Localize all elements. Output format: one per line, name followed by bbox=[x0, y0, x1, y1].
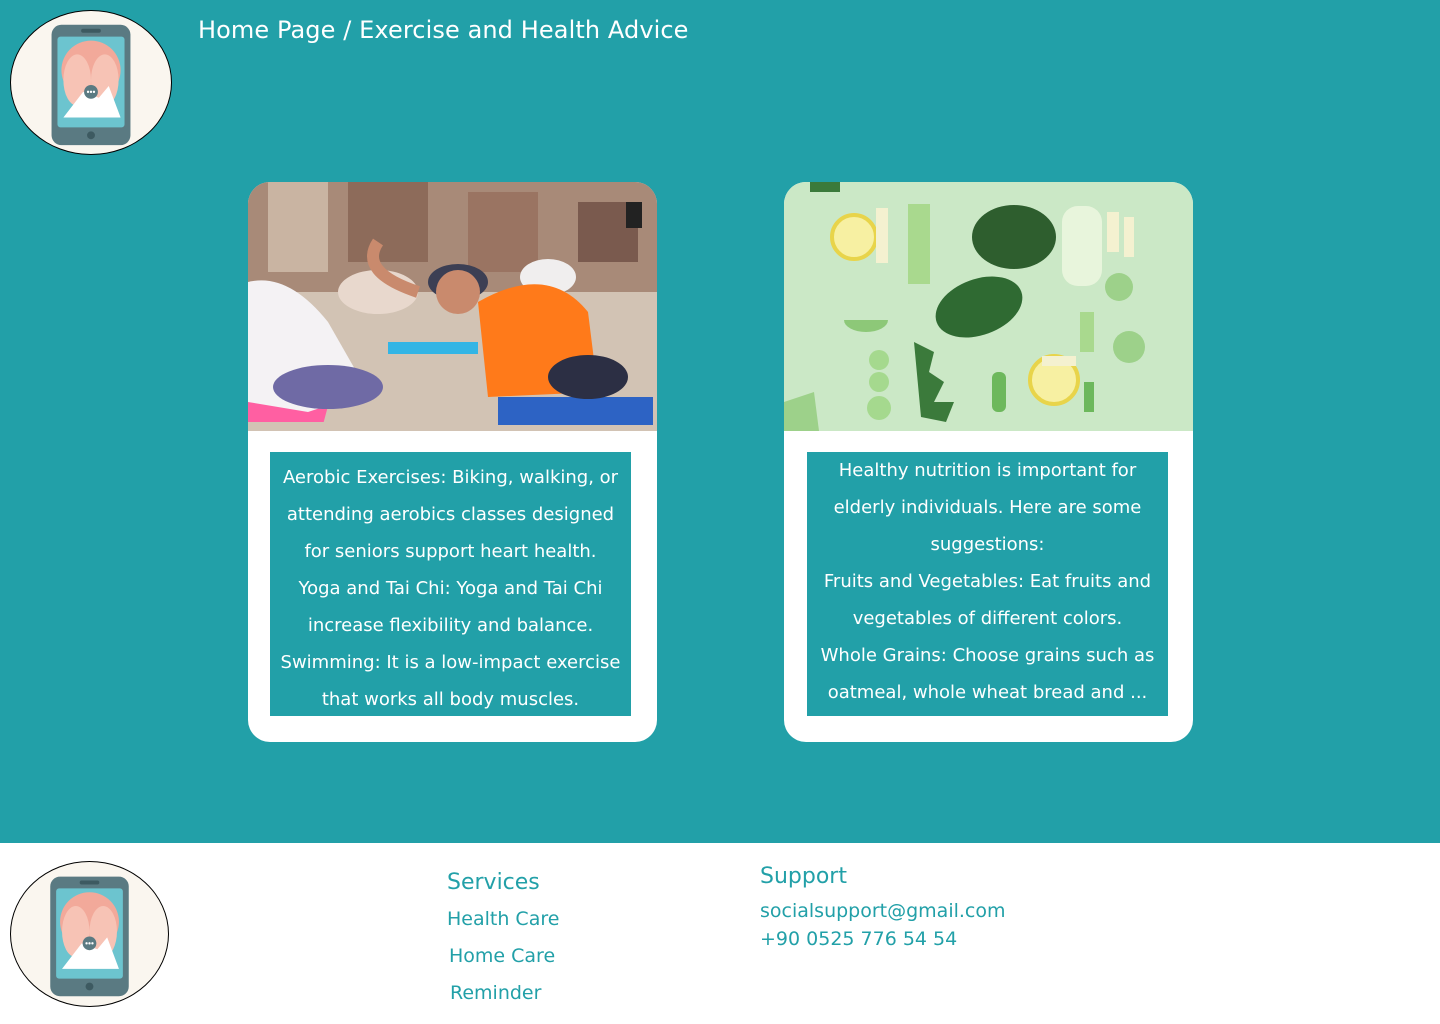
card-text-line: Fruits and Vegetables: Eat fruits and bbox=[823, 571, 1152, 592]
support-email[interactable]: socialsupport@gmail.com bbox=[760, 897, 1006, 925]
support-phone[interactable]: +90 0525 776 54 54 bbox=[760, 925, 1006, 953]
card-text-line: Whole Grains: Choose grains such as bbox=[820, 645, 1155, 666]
footer-link-reminder[interactable]: Reminder bbox=[447, 975, 559, 1012]
footer-support: Support socialsupport@gmail.com +90 0525… bbox=[760, 864, 1006, 953]
card-text-line: oatmeal, whole wheat bread and ... bbox=[827, 682, 1148, 703]
phone-caregiver-logo-icon bbox=[50, 876, 129, 997]
card-text-line: elderly individuals. Here are some bbox=[833, 497, 1142, 518]
nutrition-card-image bbox=[784, 182, 1193, 431]
breadcrumb-separator: / bbox=[335, 16, 360, 44]
vegetables-photo bbox=[784, 182, 1193, 431]
services-title: Services bbox=[447, 870, 540, 895]
yoga-class-photo bbox=[248, 182, 657, 431]
footer-link-home-care[interactable]: Home Care bbox=[447, 938, 559, 975]
site-logo[interactable] bbox=[10, 10, 172, 155]
card-text-line: for seniors support heart health. bbox=[304, 541, 597, 562]
footer-logo[interactable] bbox=[10, 861, 169, 1007]
footer-services: Services Health Care Home Care Reminder bbox=[447, 870, 559, 1012]
nutrition-card-text: Healthy nutrition is important for elder… bbox=[807, 452, 1168, 716]
card-text-line: that works all body muscles. bbox=[321, 689, 580, 710]
card-text-line: vegetables of different colors. bbox=[852, 608, 1123, 629]
breadcrumb-home-link[interactable]: Home Page bbox=[198, 16, 336, 44]
breadcrumb-current: Exercise and Health Advice bbox=[359, 16, 689, 44]
hero-section bbox=[0, 0, 1440, 843]
card-text-line: Swimming: It is a low-impact exercise bbox=[280, 652, 621, 673]
breadcrumb: Home Page / Exercise and Health Advice bbox=[198, 16, 689, 44]
card-text-line: increase flexibility and balance. bbox=[307, 615, 594, 636]
footer-link-health-care[interactable]: Health Care bbox=[447, 901, 559, 938]
nutrition-card: Healthy nutrition is important for elder… bbox=[784, 182, 1193, 742]
exercise-card-text: Aerobic Exercises: Biking, walking, or a… bbox=[270, 452, 631, 716]
exercise-card-image bbox=[248, 182, 657, 431]
card-text-line: Yoga and Tai Chi: Yoga and Tai Chi bbox=[298, 578, 603, 599]
card-text-line: Aerobic Exercises: Biking, walking, or bbox=[282, 467, 619, 488]
phone-caregiver-logo-icon bbox=[51, 24, 131, 146]
card-text-line: attending aerobics classes designed bbox=[286, 504, 615, 525]
exercise-card: Aerobic Exercises: Biking, walking, or a… bbox=[248, 182, 657, 742]
card-text-line: Healthy nutrition is important for bbox=[838, 460, 1137, 481]
support-title: Support bbox=[760, 864, 847, 889]
card-text-line: suggestions: bbox=[930, 534, 1045, 555]
